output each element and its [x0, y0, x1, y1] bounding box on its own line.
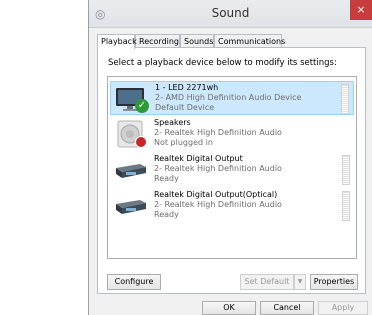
default-check-icon: ✓ [135, 99, 149, 113]
device-driver: 2- AMD High Definition Audio Device [155, 93, 302, 102]
ok-button[interactable]: OK [202, 301, 256, 315]
configure-button[interactable]: Configure [107, 274, 161, 290]
device-item-optical-output[interactable]: Realtek Digital Output(Optical) 2- Realt… [110, 189, 354, 223]
tab-communications[interactable]: Communications [214, 34, 285, 47]
set-default-button[interactable]: Set Default [240, 274, 294, 290]
optical-output-icon [114, 192, 148, 220]
device-item-led-monitor[interactable]: ✓ 1 - LED 2271wh 2- AMD High Definition … [110, 81, 354, 115]
unplugged-icon [135, 136, 147, 148]
title-bar[interactable]: ◎ Sound × [89, 0, 372, 28]
instruction-text: Select a playback device below to modify… [108, 58, 337, 68]
device-item-digital-output[interactable]: Realtek Digital Output 2- Realtek High D… [110, 153, 354, 187]
device-status: Ready [154, 210, 179, 219]
device-name: Realtek Digital Output [154, 154, 243, 163]
device-status: Ready [154, 174, 179, 183]
tab-playback[interactable]: Playback [97, 34, 137, 49]
set-default-dropdown-button[interactable]: ▼ [294, 274, 306, 290]
device-driver: 2- Realtek High Definition Audio [154, 164, 282, 173]
device-list[interactable]: ✓ 1 - LED 2271wh 2- AMD High Definition … [107, 76, 357, 259]
device-driver: 2- Realtek High Definition Audio [154, 200, 282, 209]
apply-button[interactable]: Apply [318, 301, 368, 315]
sound-dialog: ◎ Sound × Playback Recording Sounds Comm… [88, 0, 372, 315]
device-status: Default Device [155, 103, 215, 112]
close-button[interactable]: × [350, 0, 372, 20]
playback-panel: Select a playback device below to modify… [97, 47, 366, 294]
properties-button[interactable]: Properties [310, 274, 358, 290]
cancel-button[interactable]: Cancel [260, 301, 314, 315]
volume-meter [341, 84, 349, 114]
device-status: Not plugged in [154, 138, 213, 147]
tab-recording[interactable]: Recording [135, 34, 180, 47]
window-title: Sound [211, 6, 250, 20]
device-item-speakers[interactable]: Speakers 2- Realtek High Definition Audi… [110, 117, 354, 151]
device-name: 1 - LED 2271wh [155, 83, 219, 92]
device-driver: 2- Realtek High Definition Audio [154, 128, 282, 137]
digital-output-icon [114, 156, 148, 184]
volume-meter [342, 191, 350, 221]
tab-sounds[interactable]: Sounds [180, 34, 214, 47]
device-name: Speakers [154, 118, 191, 127]
device-name: Realtek Digital Output(Optical) [154, 190, 278, 199]
volume-meter [342, 155, 350, 185]
